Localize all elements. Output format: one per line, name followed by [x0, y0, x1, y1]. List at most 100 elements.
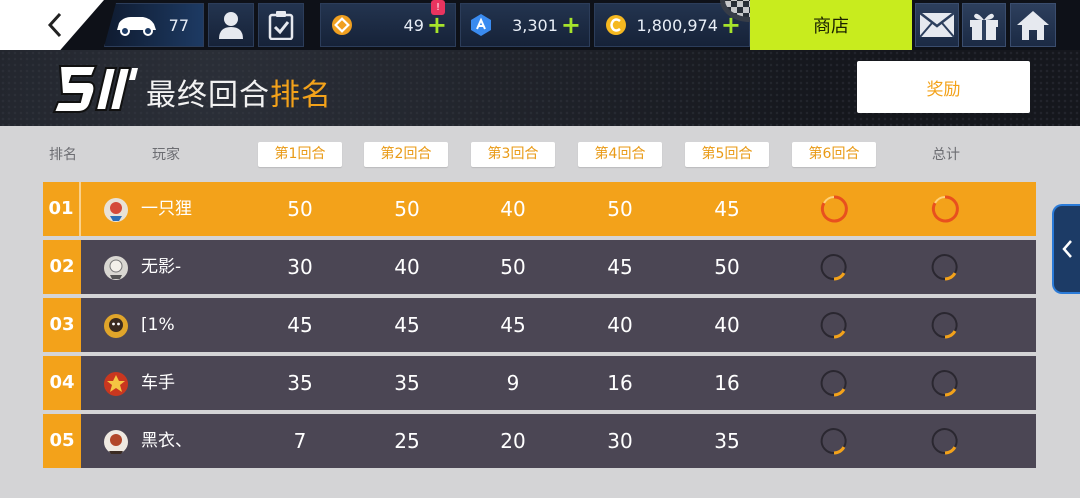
header-round-6: 第6回合 [792, 142, 876, 167]
player-avatar-icon [104, 198, 128, 222]
gift-button[interactable] [962, 3, 1006, 47]
loading-spinner-icon [931, 312, 958, 339]
ranking-table: 排名 玩家 第1回合 第2回合 第3回合 第4回合 第5回合 第6回合 总计 0… [0, 126, 1080, 498]
loading-spinner-icon [931, 254, 958, 281]
header-player: 玩家 [152, 147, 180, 163]
loading-spinner-icon [820, 254, 847, 281]
player-name: 无影- [141, 257, 182, 277]
row-rank: 03 [43, 298, 81, 352]
player-avatar-icon [104, 314, 128, 338]
header-round-1: 第1回合 [258, 142, 342, 167]
currency-c-value: 1,800,974 [636, 15, 718, 35]
player-name: 黑衣、 [141, 431, 192, 451]
round-score: 25 [394, 429, 420, 453]
game-logo-icon [52, 65, 138, 113]
header-round-3: 第3回合 [471, 142, 555, 167]
round-score: 16 [714, 371, 740, 395]
page-title-highlight: 排名 [270, 78, 332, 113]
round-score: 16 [607, 371, 633, 395]
round-score: 45 [287, 313, 313, 337]
row-rank: 01 [43, 182, 81, 236]
notification-badge: ! [431, 0, 445, 15]
reward-button[interactable]: 奖励 [857, 61, 1030, 113]
header-round-5: 第5回合 [685, 142, 769, 167]
profile-button[interactable] [208, 3, 254, 47]
loading-spinner-icon [820, 370, 847, 397]
header-rank: 排名 [49, 147, 77, 163]
loading-spinner-icon [820, 312, 847, 339]
round-score: 45 [394, 313, 420, 337]
top-bar: 77 49 + ! 3,301 + 1,800,974 + 商店 [0, 0, 1080, 50]
table-row[interactable]: 02 无影- 30 40 50 45 50 [43, 240, 1036, 294]
mail-button[interactable] [915, 3, 959, 47]
currency-b[interactable]: 3,301 + [460, 3, 590, 47]
loading-spinner-icon [931, 428, 958, 455]
row-rank: 04 [43, 356, 81, 410]
round-score: 9 [506, 371, 520, 395]
round-score: 35 [287, 371, 313, 395]
round-score: 40 [607, 313, 633, 337]
gift-icon [970, 13, 998, 40]
round-score: 30 [607, 429, 633, 453]
player-avatar-icon [104, 430, 128, 454]
home-button[interactable] [1010, 3, 1056, 47]
table-row[interactable]: 05 黑衣、 7 25 20 30 35 [43, 414, 1036, 468]
round-score: 40 [500, 197, 526, 221]
profile-icon [219, 12, 243, 39]
player-name: [1% [141, 315, 175, 335]
shop-button[interactable]: 商店 [750, 0, 912, 50]
diamond-token-icon [332, 15, 352, 35]
round-score: 35 [714, 429, 740, 453]
car-count[interactable]: 77 [104, 3, 204, 47]
currency-b-add[interactable]: + [561, 13, 581, 37]
loading-spinner-icon [820, 428, 847, 455]
table-row[interactable]: 04 车手 35 35 9 16 16 [43, 356, 1036, 410]
round-score: 35 [394, 371, 420, 395]
round-score: 50 [500, 255, 526, 279]
gold-coin-icon [606, 15, 626, 35]
round-score: 50 [714, 255, 740, 279]
header-round-4: 第4回合 [578, 142, 662, 167]
round-score: 7 [293, 429, 307, 453]
round-score: 40 [394, 255, 420, 279]
round-score: 50 [287, 197, 313, 221]
home-icon [1017, 11, 1049, 40]
player-name: 一只狸 [141, 199, 192, 219]
table-row[interactable]: 01 一只狸 50 50 40 50 45 [43, 182, 1036, 236]
round-score: 45 [714, 197, 740, 221]
car-count-value: 77 [168, 15, 189, 35]
blue-token-icon [471, 14, 491, 36]
round-score: 50 [394, 197, 420, 221]
round-score: 30 [287, 255, 313, 279]
player-avatar-icon [104, 372, 128, 396]
round-score: 50 [607, 197, 633, 221]
round-score: 45 [607, 255, 633, 279]
round-score: 40 [714, 313, 740, 337]
car-icon [117, 17, 156, 36]
table-row[interactable]: 03 [1% 45 45 45 40 40 [43, 298, 1036, 352]
chevron-left-icon [47, 12, 62, 38]
chevron-left-icon [1062, 240, 1072, 258]
page-header: 最终回合排名 奖励 [0, 50, 1080, 126]
header-total: 总计 [932, 147, 960, 163]
page-title: 最终回合排名 [146, 70, 332, 114]
player-avatar-icon [104, 256, 128, 280]
clipboard-check-icon [268, 11, 294, 40]
currency-b-value: 3,301 [512, 15, 558, 35]
loading-spinner-icon [931, 370, 958, 397]
loading-spinner-icon [931, 195, 959, 223]
currency-a-add[interactable]: + [427, 13, 447, 37]
side-panel-toggle[interactable] [1052, 204, 1080, 294]
row-rank: 05 [43, 414, 81, 468]
loading-spinner-icon [820, 195, 848, 223]
page-title-main: 最终回合 [146, 78, 270, 113]
mail-icon [919, 12, 955, 38]
player-name: 车手 [141, 373, 175, 393]
header-round-2: 第2回合 [364, 142, 448, 167]
currency-a-value: 49 [403, 15, 424, 35]
round-score: 45 [500, 313, 526, 337]
tasks-button[interactable] [258, 3, 304, 47]
back-button[interactable] [0, 0, 104, 50]
row-rank: 02 [43, 240, 81, 294]
round-score: 20 [500, 429, 526, 453]
